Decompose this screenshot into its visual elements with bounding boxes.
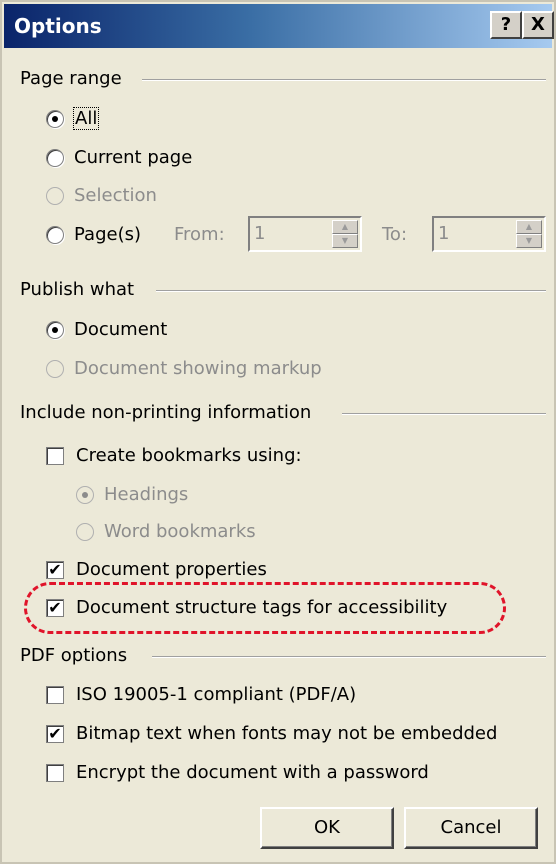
- checkbox-document-properties[interactable]: ✔ Document properties: [46, 559, 267, 580]
- options-dialog: Options ? X Page range All Current page …: [0, 0, 556, 864]
- close-button[interactable]: X: [522, 11, 554, 39]
- radio-pages-label: Page(s): [74, 224, 141, 245]
- spin-down-icon: ▼: [332, 234, 358, 248]
- checkbox-encrypt[interactable]: Encrypt the document with a password: [46, 762, 429, 783]
- include-info-label: Include non-printing information: [20, 402, 312, 423]
- radio-button[interactable]: [46, 320, 64, 339]
- pdf-options-divider: [152, 656, 546, 658]
- radio-document-markup-label: Document showing markup: [74, 358, 322, 379]
- ok-button[interactable]: OK: [260, 807, 394, 849]
- radio-word-bookmarks-label: Word bookmarks: [104, 521, 256, 542]
- create-bookmarks-label: Create bookmarks using:: [76, 445, 302, 466]
- radio-headings: Headings: [76, 484, 188, 505]
- radio-button[interactable]: [46, 109, 64, 128]
- page-range-divider: [142, 79, 546, 81]
- spin-up-icon: ▲: [332, 220, 358, 234]
- pdf-options-label: PDF options: [20, 645, 128, 666]
- dialog-title: Options: [14, 14, 102, 38]
- checkbox-iso[interactable]: ISO 19005-1 compliant (PDF/A): [46, 684, 356, 705]
- radio-button[interactable]: [46, 225, 64, 244]
- to-label: To:: [382, 224, 408, 245]
- publish-what-divider: [156, 290, 546, 292]
- checkbox[interactable]: ✔: [46, 724, 64, 743]
- radio-all-label: All: [72, 107, 100, 130]
- include-info-divider: [342, 413, 546, 415]
- help-button[interactable]: ?: [490, 11, 522, 39]
- from-spinner: 1 ▲ ▼: [248, 216, 362, 252]
- radio-document[interactable]: Document: [46, 319, 167, 340]
- publish-what-label: Publish what: [20, 279, 135, 300]
- page-range-label: Page range: [20, 68, 122, 89]
- radio-button: [46, 186, 64, 205]
- checkbox[interactable]: ✔: [46, 560, 64, 579]
- document-properties-label: Document properties: [76, 559, 267, 580]
- radio-all[interactable]: All: [46, 107, 100, 130]
- radio-button: [46, 359, 64, 378]
- checkbox-bitmap[interactable]: ✔ Bitmap text when fonts may not be embe…: [46, 723, 497, 744]
- cancel-button[interactable]: Cancel: [404, 807, 538, 849]
- radio-current-page-label: Current page: [74, 147, 193, 168]
- bitmap-label: Bitmap text when fonts may not be embedd…: [76, 723, 498, 744]
- from-value: 1: [254, 223, 266, 244]
- to-spinner: 1 ▲ ▼: [432, 216, 546, 252]
- iso-label: ISO 19005-1 compliant (PDF/A): [76, 684, 357, 705]
- radio-document-label: Document: [74, 319, 168, 340]
- radio-headings-label: Headings: [104, 484, 189, 505]
- checkbox[interactable]: [46, 685, 64, 704]
- highlight-annotation: [24, 582, 506, 634]
- radio-word-bookmarks: Word bookmarks: [76, 521, 256, 542]
- to-value: 1: [438, 223, 450, 244]
- radio-selection-label: Selection: [74, 185, 157, 206]
- from-label: From:: [174, 224, 225, 245]
- radio-button: [76, 522, 94, 541]
- radio-button: [76, 485, 94, 504]
- radio-selection: Selection: [46, 185, 157, 206]
- spin-down-icon: ▼: [516, 234, 542, 248]
- checkbox[interactable]: [46, 446, 64, 465]
- encrypt-label: Encrypt the document with a password: [76, 762, 429, 783]
- radio-current-page[interactable]: Current page: [46, 147, 192, 168]
- title-bar: Options ? X: [4, 4, 554, 48]
- radio-button[interactable]: [46, 148, 64, 167]
- checkbox-create-bookmarks[interactable]: Create bookmarks using:: [46, 445, 302, 466]
- radio-pages[interactable]: Page(s): [46, 224, 141, 245]
- checkbox[interactable]: [46, 763, 64, 782]
- spin-up-icon: ▲: [516, 220, 542, 234]
- radio-document-markup: Document showing markup: [46, 358, 322, 379]
